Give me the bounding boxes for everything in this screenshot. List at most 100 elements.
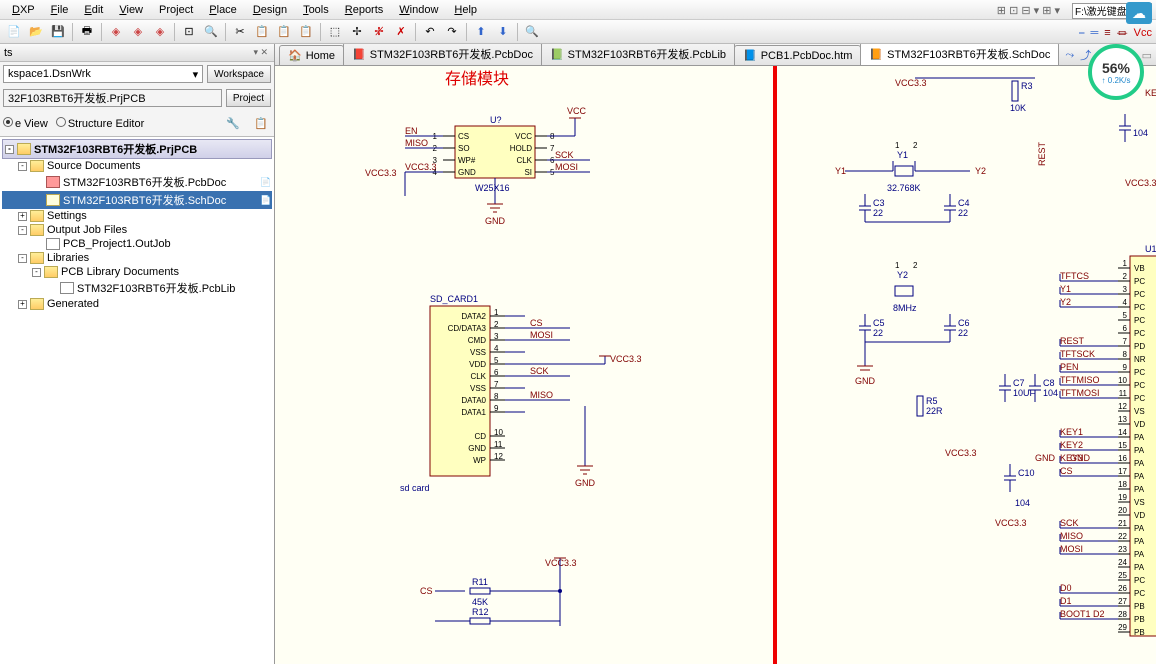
menu-place[interactable]: Place xyxy=(201,2,245,18)
copy-icon[interactable]: 📋 xyxy=(252,22,272,42)
menu-help[interactable]: Help xyxy=(446,2,485,18)
svg-text:4: 4 xyxy=(494,344,499,353)
zoom-area-icon[interactable]: 🔍 xyxy=(201,22,221,42)
svg-text:11: 11 xyxy=(494,440,503,449)
redo-icon[interactable]: ↷ xyxy=(442,22,462,42)
browse-icon[interactable]: 🔍 xyxy=(522,22,542,42)
svg-text:CS: CS xyxy=(458,132,469,141)
svg-text:3: 3 xyxy=(494,332,499,341)
svg-text:PA: PA xyxy=(1134,472,1145,481)
tree-node[interactable]: -Libraries xyxy=(2,251,272,265)
tree-node[interactable]: +Generated xyxy=(2,297,272,311)
project-tree[interactable]: -STM32F103RBT6开发板.PrjPCB-Source Document… xyxy=(0,136,274,664)
paste2-icon[interactable]: 📋 xyxy=(296,22,316,42)
svg-text:R11: R11 xyxy=(472,577,488,587)
stack3-icon[interactable]: ◈ xyxy=(150,22,170,42)
tree-node[interactable]: -Output Job Files xyxy=(2,223,272,237)
svg-text:WP#: WP# xyxy=(458,156,476,165)
cloud-icon[interactable]: ☁ xyxy=(1126,2,1152,24)
svg-text:VCC3.3: VCC3.3 xyxy=(405,162,437,172)
workspace-button[interactable]: Workspace xyxy=(207,65,271,83)
print-icon[interactable]: 🖶 xyxy=(77,22,97,42)
menu-file[interactable]: File xyxy=(43,2,77,18)
tree-node[interactable]: PCB_Project1.OutJob xyxy=(2,237,272,251)
clear-icon[interactable]: ✗ xyxy=(391,22,411,42)
schematic-canvas[interactable]: 存储模块U?W25X16CS1ENSO2MISOWP#3GND4VCC3.3VC… xyxy=(275,66,1156,664)
svg-text:26: 26 xyxy=(1118,584,1127,593)
svg-text:REST: REST xyxy=(1060,336,1085,346)
svg-text:2: 2 xyxy=(913,141,918,150)
panel-collapse-icon[interactable]: ▾ ✕ xyxy=(253,47,268,58)
hierarchy-up-icon[interactable]: ⬆ xyxy=(471,22,491,42)
tree-node[interactable]: STM32F103RBT6开发板.PcbDoc📄 xyxy=(2,173,272,191)
svg-text:PB: PB xyxy=(1134,602,1145,611)
svg-text:KEY1: KEY1 xyxy=(1060,427,1083,437)
menu-design[interactable]: Design xyxy=(245,2,295,18)
cut-icon[interactable]: ✂ xyxy=(230,22,250,42)
undo-icon[interactable]: ↶ xyxy=(420,22,440,42)
zoom-fit-icon[interactable]: ⊡ xyxy=(179,22,199,42)
tree-node[interactable]: -Source Documents xyxy=(2,159,272,173)
main-toolbar: 📄 📂 💾 🖶 ◈ ◈ ◈ ⊡ 🔍 ✂ 📋 📋 📋 ⬚ ✢ ✢̸ ✗ ↶ ↷ ⬆… xyxy=(0,20,1156,44)
menu-dxp[interactable]: DXP xyxy=(4,2,43,18)
place-net-icon[interactable]: ≡ xyxy=(1104,27,1110,39)
svg-text:PC: PC xyxy=(1134,394,1145,403)
options-icon[interactable]: 📋 xyxy=(251,113,271,133)
menu-bar: DXP File Edit View Project Place Design … xyxy=(0,0,1156,20)
stack1-icon[interactable]: ◈ xyxy=(106,22,126,42)
network-speed-widget[interactable]: 56% ↑ 0.2K/s xyxy=(1088,44,1148,104)
menu-project[interactable]: Project xyxy=(151,2,201,18)
select-rect-icon[interactable]: ⬚ xyxy=(325,22,345,42)
structure-editor-radio[interactable]: Structure Editor xyxy=(56,117,144,130)
svg-text:28: 28 xyxy=(1118,610,1127,619)
save-icon[interactable]: 💾 xyxy=(48,22,68,42)
doc-tab[interactable]: 📘PCB1.PcbDoc.htm xyxy=(734,45,861,65)
menu-view[interactable]: View xyxy=(111,2,151,18)
grid-icons[interactable]: ⊞ ⊡ ⊟ ▾ ⊞ ▾ xyxy=(989,2,1068,19)
svg-text:GND: GND xyxy=(458,168,476,177)
place-bus-icon[interactable]: ═ xyxy=(1090,27,1098,39)
tree-node[interactable]: -PCB Library Documents xyxy=(2,265,272,279)
open-icon[interactable]: 📂 xyxy=(26,22,46,42)
doc-tab[interactable]: 📙STM32F103RBT6开发板.SchDoc xyxy=(860,44,1059,65)
svg-text:CS: CS xyxy=(530,318,543,328)
workspace-select[interactable]: kspace1.DsnWrk▾ xyxy=(3,65,203,83)
deselect-icon[interactable]: ✢̸ xyxy=(369,22,389,42)
menu-reports[interactable]: Reports xyxy=(337,2,392,18)
route-icon1[interactable]: ⤳ xyxy=(1065,49,1074,62)
svg-text:MOSI: MOSI xyxy=(530,330,553,340)
place-gnd-icon[interactable]: ⏛ xyxy=(1117,25,1128,41)
menu-tools[interactable]: Tools xyxy=(295,2,337,18)
project-button[interactable]: Project xyxy=(226,89,271,107)
menu-window[interactable]: Window xyxy=(391,2,446,18)
compile-icon[interactable]: 🔧 xyxy=(223,113,243,133)
svg-text:TFTSCK: TFTSCK xyxy=(1060,349,1095,359)
svg-text:PB: PB xyxy=(1134,615,1145,624)
doc-tab[interactable]: 📕STM32F103RBT6开发板.PcbDoc xyxy=(343,44,542,65)
svg-text:PA: PA xyxy=(1134,446,1145,455)
doc-tab[interactable]: 🏠Home xyxy=(279,45,344,65)
menu-edit[interactable]: Edit xyxy=(76,2,111,18)
svg-text:DATA1: DATA1 xyxy=(461,408,486,417)
tree-node[interactable]: -STM32F103RBT6开发板.PrjPCB xyxy=(2,139,272,159)
svg-text:22: 22 xyxy=(958,208,968,218)
svg-text:24: 24 xyxy=(1118,558,1127,567)
svg-text:16: 16 xyxy=(1118,454,1127,463)
tree-node[interactable]: +Settings xyxy=(2,209,272,223)
hierarchy-down-icon[interactable]: ⬇ xyxy=(493,22,513,42)
stack2-icon[interactable]: ◈ xyxy=(128,22,148,42)
new-icon[interactable]: 📄 xyxy=(4,22,24,42)
svg-text:C5: C5 xyxy=(873,318,885,328)
doc-tab[interactable]: 📗STM32F103RBT6开发板.PcbLib xyxy=(541,44,735,65)
tree-node[interactable]: STM32F103RBT6开发板.SchDoc📄 xyxy=(2,191,272,209)
place-wire-icon[interactable]: ⎯ xyxy=(1079,27,1085,40)
svg-text:D1: D1 xyxy=(1060,596,1072,606)
svg-text:Y2: Y2 xyxy=(897,270,908,280)
tree-node[interactable]: STM32F103RBT6开发板.PcbLib xyxy=(2,279,272,297)
move-icon[interactable]: ✢ xyxy=(347,22,367,42)
file-view-radio[interactable]: e View xyxy=(3,117,48,130)
speed-percent: 56% xyxy=(1102,60,1130,76)
svg-text:VS: VS xyxy=(1134,407,1145,416)
place-vcc-icon[interactable]: Vcc xyxy=(1134,27,1152,39)
paste-icon[interactable]: 📋 xyxy=(274,22,294,42)
